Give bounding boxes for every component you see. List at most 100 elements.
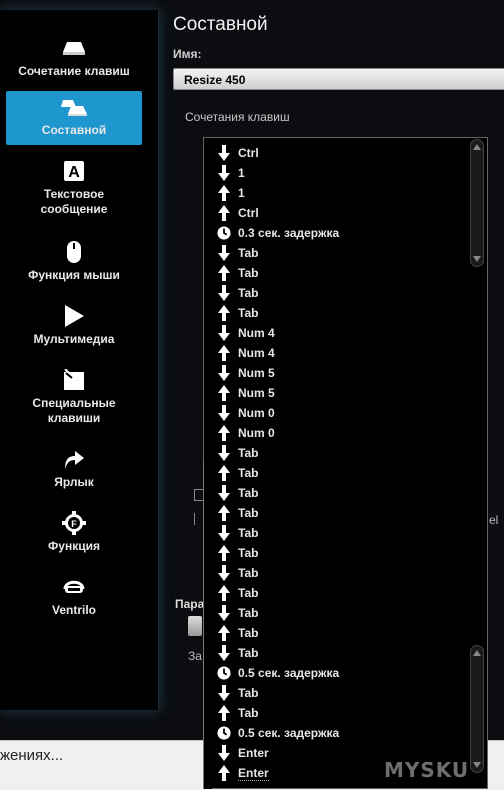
sequence-item[interactable]: Tab [217, 463, 258, 483]
sequence-item[interactable]: Tab [217, 443, 258, 463]
sequence-item[interactable]: Tab [217, 303, 258, 323]
sequence-item[interactable]: Enter [217, 763, 269, 783]
key-down-arrow-icon [217, 745, 231, 761]
sequence-item[interactable]: Tab [217, 483, 258, 503]
key-down-arrow-icon [217, 325, 231, 341]
status-text: жениях... [0, 747, 64, 764]
sidebar-item-label: Сочетание клавиш [18, 64, 130, 78]
key-up-arrow-icon [217, 305, 231, 321]
scroll-up-icon[interactable] [473, 144, 481, 150]
sidebar-item-key-combination[interactable]: Сочетание клавиш [6, 32, 142, 86]
sequence-item[interactable]: 0.5 сек. задержка [217, 663, 339, 683]
sequence-item[interactable]: Tab [217, 643, 258, 663]
sidebar-item-multimedia[interactable]: Мультимедиа [6, 300, 142, 354]
page-title: Составной [173, 14, 268, 35]
key-up-arrow-icon [217, 585, 231, 601]
sequence-item[interactable]: Tab [217, 283, 258, 303]
clock-delay-icon [217, 225, 231, 241]
sequence-item[interactable]: Tab [217, 243, 258, 263]
sidebar-item-label: Специальные клавиши [32, 396, 116, 425]
sequence-item-label: Tab [238, 646, 259, 660]
sidebar-item-multikey[interactable]: Составной [6, 91, 142, 145]
hidden-label: За [188, 649, 202, 663]
sidebar-item-ventrilo[interactable]: Ventrilo [6, 571, 142, 625]
scroll-up-icon[interactable] [473, 650, 481, 656]
key-up-arrow-icon [217, 705, 231, 721]
name-field[interactable]: Resize 450 [173, 68, 504, 90]
key-down-arrow-icon [217, 645, 231, 661]
sequence-item[interactable]: Ctrl [217, 143, 259, 163]
sequence-item[interactable]: Tab [217, 543, 258, 563]
hidden-label: el [489, 513, 499, 527]
name-label: Имя: [173, 47, 202, 61]
sequence-item[interactable]: 0.3 сек. задержка [217, 223, 339, 243]
play-icon [63, 304, 85, 328]
key-up-arrow-icon [217, 205, 231, 221]
sidebar-item-text-message[interactable]: A Текстовое сообщение [6, 155, 142, 221]
sequence-item-label: Num 5 [238, 386, 275, 400]
sequence-item[interactable]: Tab [217, 683, 258, 703]
list-divider [203, 461, 212, 789]
sequence-item-label: Tab [238, 446, 259, 460]
sequence-item-label: Tab [238, 306, 259, 320]
sequence-item[interactable]: Tab [217, 583, 258, 603]
clock-delay-icon [217, 665, 231, 681]
clock-delay-icon [217, 725, 231, 741]
sequence-item[interactable]: Tab [217, 603, 258, 623]
key-up-arrow-icon [217, 465, 231, 481]
sequence-item[interactable]: Tab [217, 703, 258, 723]
key-down-arrow-icon [217, 145, 231, 161]
sequence-item-label: Tab [238, 506, 259, 520]
sequence-item[interactable]: Num 0 [217, 403, 275, 423]
sequence-item-label: Num 4 [238, 346, 275, 360]
scroll-down-icon[interactable] [473, 762, 481, 768]
key-down-arrow-icon [217, 445, 231, 461]
sequence-label: Сочетания клавиш [185, 110, 290, 124]
sequence-item-label: Tab [238, 466, 259, 480]
svg-text:A: A [68, 164, 80, 181]
shortcut-arrow-icon [63, 447, 85, 471]
sequence-item[interactable]: Tab [217, 623, 258, 643]
sequence-item-label: Enter [238, 765, 269, 781]
sidebar: Сочетание клавиш Составной A Текстовое с… [0, 10, 159, 710]
sequence-item[interactable]: Tab [217, 263, 258, 283]
sequence-item[interactable]: Num 4 [217, 343, 275, 363]
sidebar-item-label: Мультимедиа [33, 332, 115, 346]
sequence-item[interactable]: Tab [217, 563, 258, 583]
sequence-item[interactable]: Tab [217, 503, 258, 523]
sequence-item[interactable]: 0.5 сек. задержка [217, 723, 339, 743]
function-gear-icon: F [62, 511, 86, 535]
sequence-item[interactable]: 1 [217, 163, 245, 183]
sidebar-item-special-keys[interactable]: Специальные клавиши [6, 364, 142, 430]
watermark-logo: MYSKU [384, 758, 470, 782]
key-sequence-list[interactable]: Ctrl 1 1 Ctrl 0.3 сек. задержка Tab Tab Tab Tab N… [203, 137, 488, 789]
sequence-item-label: Tab [238, 246, 259, 260]
key-down-arrow-icon [217, 405, 231, 421]
sequence-item[interactable]: Num 5 [217, 363, 275, 383]
key-up-arrow-icon [217, 545, 231, 561]
sequence-item[interactable]: Num 0 [217, 423, 275, 443]
letter-a-icon: A [64, 159, 84, 183]
hidden-button[interactable] [188, 616, 202, 636]
sidebar-item-function[interactable]: F Функция [6, 507, 142, 561]
sequence-item-label: Tab [238, 286, 259, 300]
sequence-item[interactable]: 1 [217, 183, 245, 203]
sequence-item[interactable]: Num 5 [217, 383, 275, 403]
sequence-item[interactable]: Tab [217, 523, 258, 543]
scroll-down-icon[interactable] [473, 256, 481, 262]
key-down-arrow-icon [217, 685, 231, 701]
key-down-arrow-icon [217, 365, 231, 381]
scrollbar-upper[interactable] [470, 139, 484, 267]
sidebar-item-mouse-function[interactable]: Функция мыши [6, 236, 142, 290]
key-down-arrow-icon [217, 525, 231, 541]
scrollbar-lower[interactable] [470, 645, 484, 773]
key-down-arrow-icon [217, 165, 231, 181]
key-up-arrow-icon [217, 765, 231, 781]
sequence-item-label: Tab [238, 566, 259, 580]
sequence-item[interactable]: Ctrl [217, 203, 259, 223]
sequence-item[interactable]: Enter [217, 743, 269, 763]
sidebar-item-shortcut[interactable]: Ярлык [6, 443, 142, 497]
svg-text:F: F [71, 519, 77, 529]
sequence-item[interactable]: Num 4 [217, 323, 275, 343]
key-up-arrow-icon [217, 625, 231, 641]
